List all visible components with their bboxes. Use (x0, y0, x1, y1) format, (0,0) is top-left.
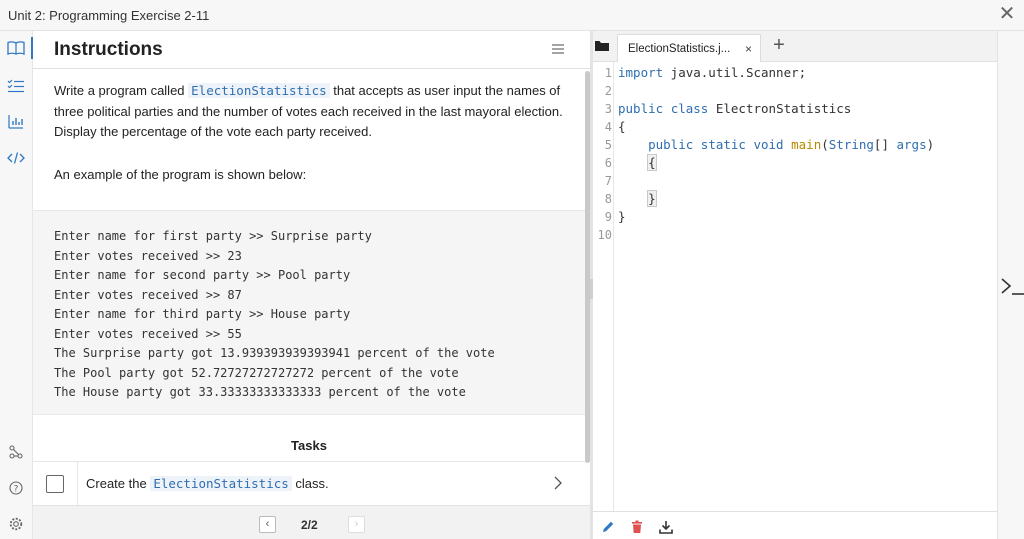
line-number: 9 (604, 210, 612, 224)
tab-close-icon[interactable]: × (745, 42, 752, 56)
instructions-content[interactable]: Write a program called ElectionStatistic… (33, 70, 585, 505)
trash-icon[interactable] (630, 520, 644, 534)
task-checkbox[interactable] (46, 475, 64, 493)
example-output: Enter name for first party >> Surprise p… (33, 210, 585, 415)
desc-text-1: Write a program called (54, 83, 189, 98)
keyword: void (753, 137, 784, 152)
code-line-3: public class ElectronStatistics (618, 101, 851, 116)
next-page-button[interactable]: › (348, 516, 365, 533)
task-divider (77, 462, 78, 505)
example-line: Enter name for first party >> Surprise p… (54, 229, 372, 243)
example-line: Enter name for third party >> House part… (54, 307, 351, 321)
keyword: public (648, 137, 694, 152)
code-line-4: { (618, 119, 626, 134)
chart-icon[interactable] (5, 111, 27, 133)
keyword: public (618, 101, 664, 116)
keyword: static (700, 137, 746, 152)
checklist-icon[interactable] (5, 75, 27, 97)
code-text: [] (873, 137, 897, 152)
line-number: 8 (604, 192, 612, 206)
code-area[interactable]: 1 2 3 4 5 6 7 8 9 10 import java.util.Sc… (593, 62, 997, 511)
right-strip (997, 31, 1024, 539)
prev-page-button[interactable]: ‹ (259, 516, 276, 533)
example-line: The Surprise party got 13.93939393939394… (54, 346, 495, 360)
book-icon[interactable] (5, 37, 33, 59)
settings-icon[interactable] (5, 513, 27, 535)
instructions-description: Write a program called ElectionStatistic… (54, 81, 564, 143)
code-line-9: } (618, 209, 626, 224)
download-icon[interactable] (659, 520, 673, 534)
brace-match: { (647, 154, 657, 171)
line-number: 10 (597, 228, 612, 242)
class-name: ElectronStatistics (715, 101, 852, 116)
code-line-5: public static void main(String[] args) (618, 137, 934, 152)
tasks-title: Tasks (291, 438, 327, 453)
task-pager: ‹ 2/2 › (33, 505, 592, 539)
window-title: Unit 2: Programming Exercise 2-11 (8, 8, 210, 23)
menu-icon[interactable] (552, 43, 564, 55)
line-number: 2 (604, 84, 612, 98)
editor-toolbar (593, 511, 997, 539)
add-tab-icon[interactable]: + (769, 34, 789, 56)
line-number: 3 (604, 102, 612, 116)
example-line: Enter name for second party >> Pool part… (54, 268, 351, 282)
example-line: Enter votes received >> 55 (54, 326, 242, 341)
line-number: 4 (604, 120, 612, 134)
instructions-heading: Instructions (54, 39, 163, 60)
code-line-8: } (618, 190, 657, 207)
share-icon[interactable] (5, 441, 27, 463)
task-item[interactable]: Create the ElectionStatistics class. (33, 461, 585, 505)
code-line-6: { (618, 154, 657, 171)
task-text: Create the ElectionStatistics class. (86, 476, 329, 491)
task-text-2: class. (291, 476, 329, 491)
line-number: 6 (604, 156, 612, 170)
brace-match: } (647, 190, 657, 207)
code-text: ( (821, 137, 829, 152)
close-icon[interactable]: ✕ (998, 4, 1016, 24)
file-tab-name: ElectionStatistics.j... (628, 43, 731, 55)
line-number-gutter: 1 2 3 4 5 6 7 8 9 10 (593, 62, 614, 511)
desc-class-name: ElectionStatistics (188, 83, 330, 98)
code-icon[interactable] (5, 147, 27, 169)
example-line: Enter votes received >> 23 (54, 248, 242, 263)
example-label: An example of the program is shown below… (54, 167, 307, 182)
code-text: java.util.Scanner; (663, 65, 807, 80)
example-line: Enter votes received >> 87 (54, 287, 242, 302)
editor-tab-bar: ElectionStatistics.j... × + (593, 31, 997, 62)
title-bar: Unit 2: Programming Exercise 2-11 ✕ (0, 0, 1024, 31)
code-line-1: import java.util.Scanner; (618, 65, 806, 80)
code-editor-panel: ElectionStatistics.j... × + 1 2 3 4 5 6 … (593, 31, 997, 539)
page-indicator: 2/2 (301, 518, 318, 532)
param-name: args (896, 137, 927, 152)
chevron-right-icon[interactable] (551, 475, 565, 491)
svg-text:?: ? (14, 485, 19, 495)
example-line: The House party got 33.33333333333333 pe… (54, 385, 466, 399)
folder-icon[interactable] (595, 39, 609, 53)
type-name: String (828, 137, 874, 152)
line-number: 7 (604, 174, 612, 188)
terminal-icon[interactable] (1000, 274, 1024, 298)
example-line: The Pool party got 52.72727272727272 per… (54, 365, 459, 380)
line-number: 1 (604, 66, 612, 80)
pencil-icon[interactable] (601, 520, 615, 534)
line-number: 5 (604, 138, 612, 152)
task-text-1: Create the (86, 476, 151, 491)
instructions-header: Instructions (33, 31, 592, 69)
instructions-panel: Instructions Write a program called Elec… (33, 31, 592, 539)
file-tab[interactable]: ElectionStatistics.j... × (617, 34, 761, 62)
task-class-name: ElectionStatistics (150, 476, 292, 491)
left-rail: ? (0, 31, 33, 539)
keyword: class (670, 101, 709, 116)
help-icon[interactable]: ? (5, 477, 27, 499)
keyword: import (618, 65, 664, 80)
code-text: ) (926, 137, 935, 152)
method-name: main (791, 137, 822, 152)
